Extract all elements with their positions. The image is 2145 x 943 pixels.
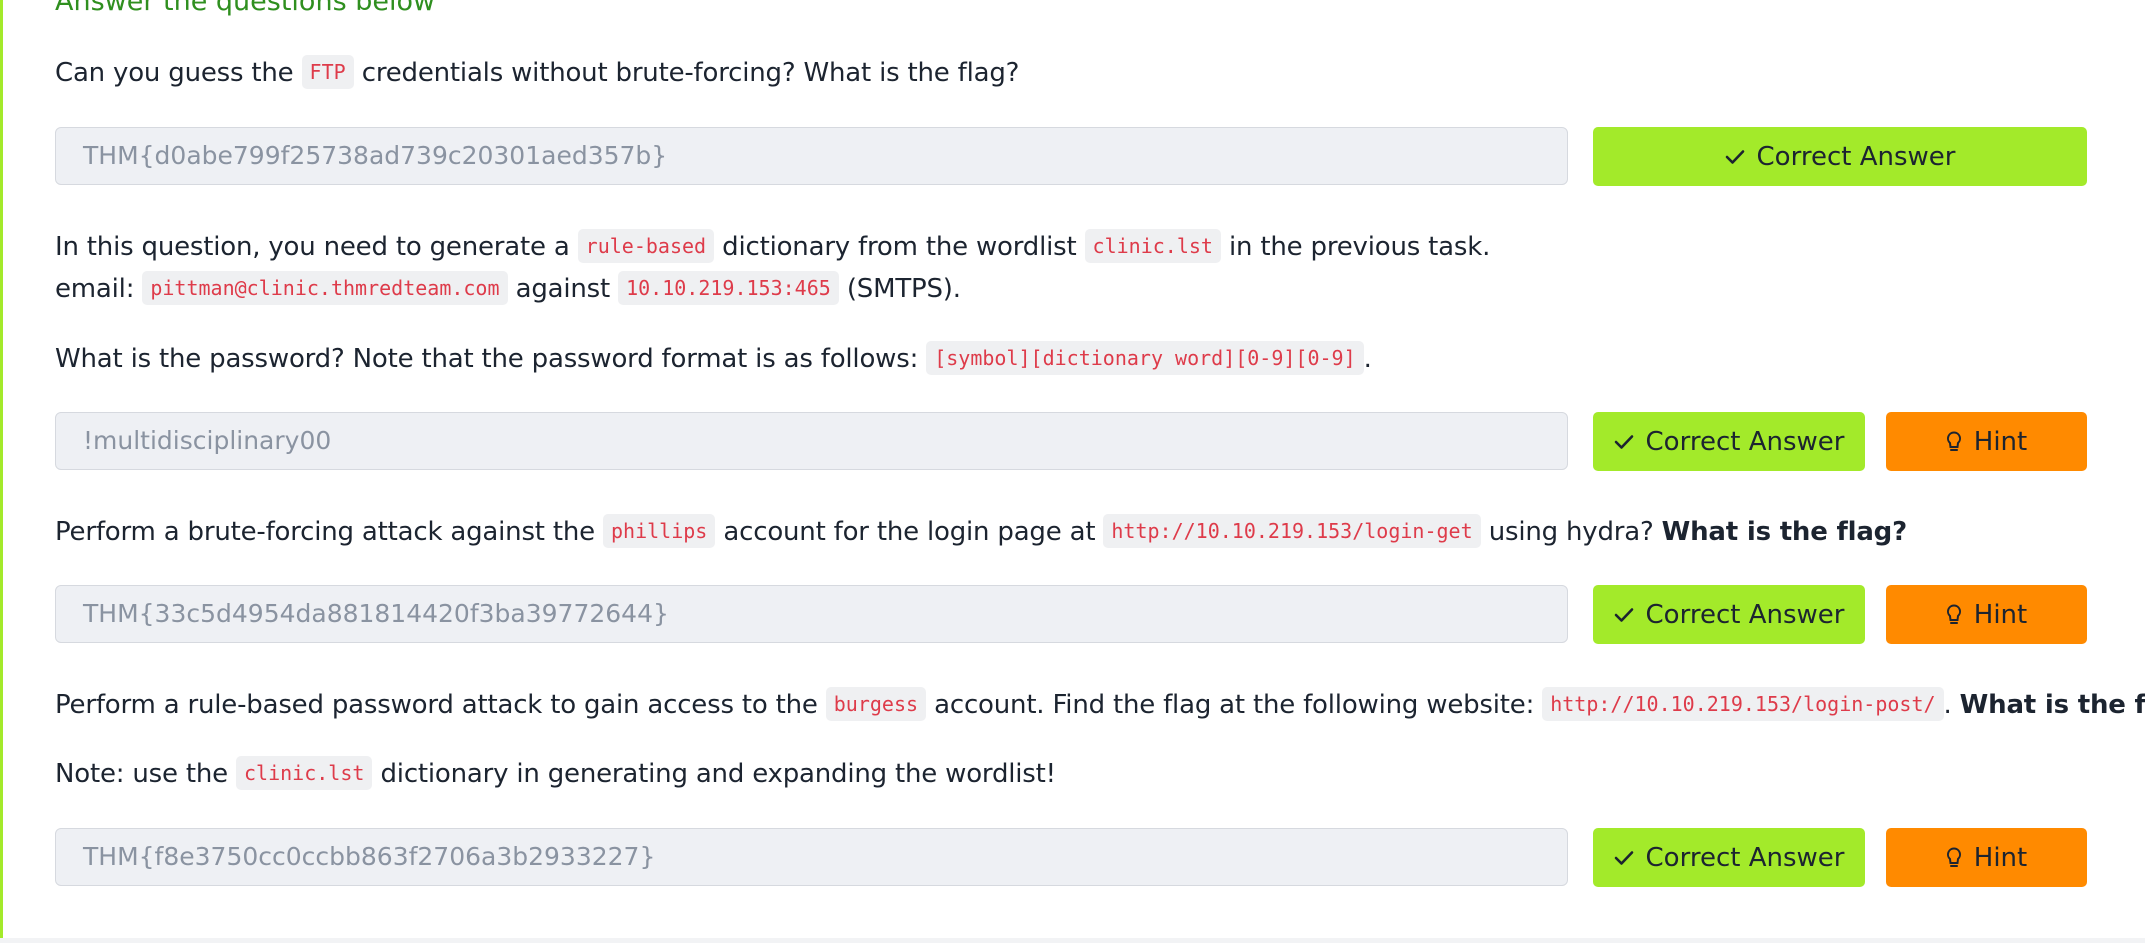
- inline-code: 10.10.219.153:465: [618, 271, 839, 305]
- inline-code: burgess: [825, 687, 927, 721]
- inline-code: FTP: [301, 55, 354, 89]
- inline-code: rule-based: [577, 229, 715, 263]
- check-icon: [1614, 607, 1634, 623]
- correct-answer-button-2[interactable]: Correct Answer: [1593, 412, 1865, 471]
- answer-field-2[interactable]: !multidisciplinary00: [55, 412, 1568, 470]
- answer-field-3[interactable]: THM{33c5d4954da881814420f3ba39772644}: [55, 585, 1568, 643]
- answer-field-1[interactable]: THM{d0abe799f25738ad739c20301aed357b}: [55, 127, 1568, 185]
- question-1-text: Can you guess the FTP credentials withou…: [55, 55, 1019, 91]
- hint-button-3[interactable]: Hint: [1886, 585, 2087, 644]
- inline-code: phillips: [603, 514, 716, 548]
- question-2-line-3: What is the password? Note that the pass…: [55, 341, 1372, 377]
- question-2-line-1: In this question, you need to generate a…: [55, 229, 1490, 265]
- check-icon: [1725, 149, 1745, 165]
- inline-code: [symbol][dictionary word][0-9][0-9]: [926, 341, 1364, 375]
- lightbulb-icon: [1946, 846, 1962, 869]
- correct-answer-button-1[interactable]: Correct Answer: [1593, 127, 2087, 186]
- question-4-note: Note: use the clinic.lst dictionary in g…: [55, 756, 1056, 792]
- question-3-text: Perform a brute-forcing attack against t…: [55, 514, 1907, 550]
- check-icon: [1614, 434, 1634, 450]
- inline-code: clinic.lst: [236, 756, 373, 790]
- question-4-text: Perform a rule-based password attack to …: [55, 687, 2145, 723]
- inline-code: pittman@clinic.thmredteam.com: [142, 271, 508, 305]
- correct-answer-button-3[interactable]: Correct Answer: [1593, 585, 1865, 644]
- question-2-line-2: email: pittman@clinic.thmredteam.com aga…: [55, 271, 961, 307]
- questions-panel: Answer the questions below Can you guess…: [0, 0, 2145, 938]
- hint-button-4[interactable]: Hint: [1886, 828, 2087, 887]
- hint-button-2[interactable]: Hint: [1886, 412, 2087, 471]
- inline-code: http://10.10.219.153/login-post/: [1542, 687, 1944, 721]
- lightbulb-icon: [1946, 430, 1962, 453]
- answer-field-4[interactable]: THM{f8e3750cc0ccbb863f2706a3b2933227}: [55, 828, 1568, 886]
- correct-answer-button-4[interactable]: Correct Answer: [1593, 828, 1865, 887]
- lightbulb-icon: [1946, 603, 1962, 626]
- section-heading: Answer the questions below: [55, 0, 436, 17]
- check-icon: [1614, 850, 1634, 866]
- inline-code: http://10.10.219.153/login-get: [1103, 514, 1481, 548]
- inline-code: clinic.lst: [1084, 229, 1221, 263]
